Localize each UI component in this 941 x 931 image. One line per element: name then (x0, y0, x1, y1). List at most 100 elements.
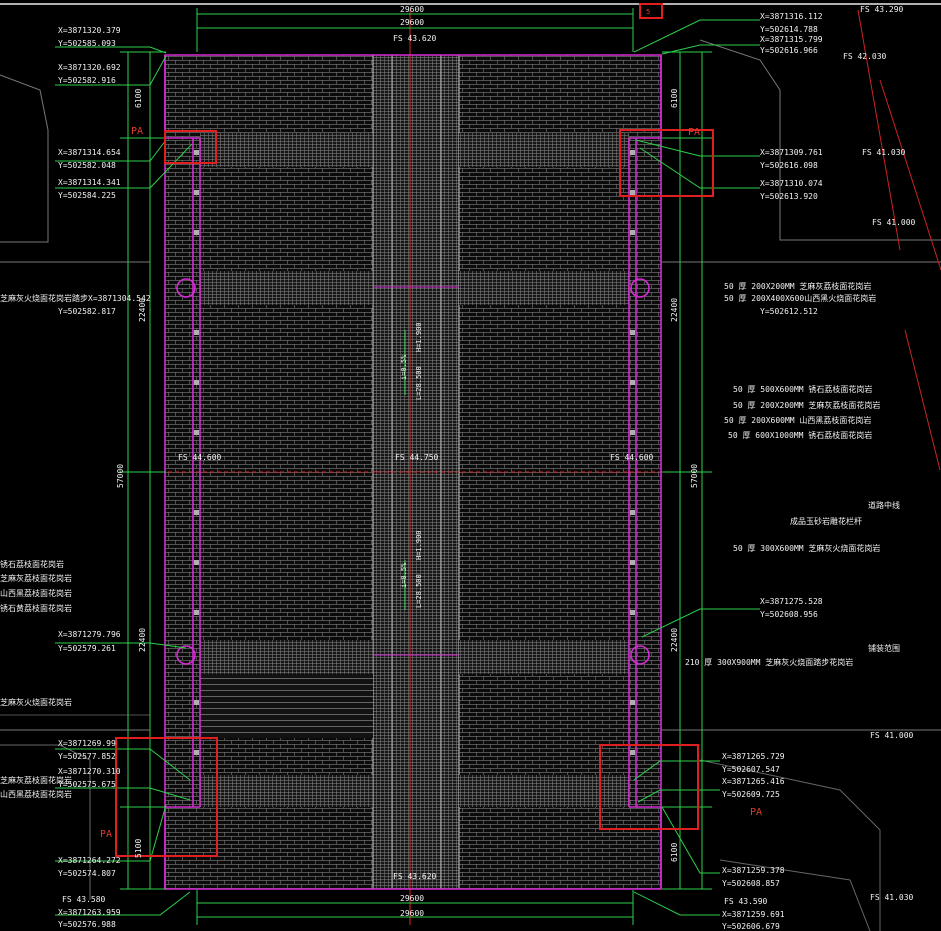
coord-right-5-x: X=3871265.729 (722, 752, 785, 761)
dim-6100-br: 6100 (670, 842, 679, 862)
slope-up-v: H=1.900 (415, 322, 423, 352)
pa-marker-br: PA (750, 807, 763, 818)
note-left-6: 芝麻灰荔枝面花岗岩 (0, 776, 72, 785)
pa-marker-tr: PA (688, 127, 701, 138)
cad-canvas[interactable]: 29600 29600 FS 43.620 FS 43.290 FS 42.03… (0, 0, 941, 931)
coord-right-3-y: Y=502613.920 (760, 192, 818, 201)
dim-57000-l: 57000 (116, 463, 125, 488)
coord-right-7-y: Y=502608.857 (722, 879, 780, 888)
note-left-5: 芝麻灰火烧面花岗岩 (0, 698, 72, 707)
dim-6100-tl: 6100 (134, 88, 143, 108)
fs-right-41000b: FS 41.000 (870, 731, 914, 740)
coord-left-2-x: X=3871314.654 (58, 148, 121, 157)
dim-bottom-b: 29600 (400, 909, 425, 918)
fs-bottom-far-right: FS 41.030 (870, 893, 914, 902)
fs-bottom-left: FS 43.580 (62, 895, 106, 904)
coord-left-7-x: X=3871270.310 (58, 767, 121, 776)
coord-right-extra-y: Y=502612.512 (760, 307, 818, 316)
dim-bottom-a: 29600 (400, 894, 425, 903)
note-right-8: 成品玉砂岩雕花栏杆 (790, 517, 862, 526)
note-right-3: 50 厚 500X600MM 锈石荔枝面花岗岩 (733, 385, 873, 394)
drawing-svg (0, 3, 941, 931)
band-3-left (200, 640, 373, 674)
coord-left-6-y: Y=502577.852 (58, 752, 116, 761)
note-left-2: 芝麻灰荔枝面花岗岩 (0, 574, 72, 583)
coord-left-5-y: Y=502579.261 (58, 644, 116, 653)
slope-dn-pct: i=0.5% (400, 562, 408, 588)
band-4-left (200, 775, 373, 807)
coord-right-6-y: Y=502609.725 (722, 790, 780, 799)
fs-mid-left: FS 44.600 (178, 453, 222, 462)
coord-left-9-x: X=3871263.959 (58, 908, 121, 917)
coord-left-3-x: X=3871314.341 (58, 178, 121, 187)
note-right-11: 铺装范围 (868, 644, 900, 653)
note-left-1: 锈石荔枝面花岗岩 (0, 560, 64, 569)
coord-left-4-y: Y=502582.817 (58, 307, 116, 316)
slope-up-len: L=28.500 (415, 366, 423, 400)
coord-left-4-x: 芝麻灰火烧面花岗岩踏步X=3871304.542 (0, 294, 151, 303)
dim-22400-l2: 22400 (138, 627, 147, 652)
coord-left-2-y: Y=502582.048 (58, 161, 116, 170)
left-contour (0, 74, 49, 243)
coord-right-8-x: X=3871259.691 (722, 910, 785, 919)
fs-right-41030: FS 41.030 (862, 148, 906, 157)
coord-right-2-x: X=3871309.761 (760, 148, 823, 157)
dim-57000-r: 57000 (690, 463, 699, 488)
slope-up-pct: i=0.5% (400, 354, 408, 380)
dim-top-b: 29600 (400, 18, 425, 27)
coord-right-5-y: Y=502607.547 (722, 765, 780, 774)
band-2-left (200, 271, 373, 305)
elev-right-2: FS 42.030 (843, 52, 887, 61)
coord-left-0-x: X=3871320.379 (58, 26, 121, 35)
note-left-3: 山西黑荔枝面花岗岩 (0, 589, 72, 598)
coord-right-1-y: Y=502616.966 (760, 46, 818, 55)
note-right-9: 50 厚 300X600MM 芝麻灰火烧面花岗岩 (733, 544, 881, 553)
coord-right-6-x: X=3871265.416 (722, 777, 785, 786)
band-1-left (200, 133, 373, 167)
fs-mid-right: FS 44.600 (610, 453, 654, 462)
coord-left-0-y: Y=502585.093 (58, 39, 116, 48)
dim-top-a: 29600 (400, 5, 425, 14)
dim-6100-tr: 6100 (670, 88, 679, 108)
fs-bottom-right: FS 43.590 (724, 897, 768, 906)
coord-right-2-y: Y=502616.098 (760, 161, 818, 170)
elev-top: FS 43.620 (393, 34, 437, 43)
slope-dn-v: H=1.900 (415, 530, 423, 560)
pa-marker-bl: PA (100, 829, 113, 840)
coord-right-4-x: X=3871275.528 (760, 597, 823, 606)
coord-left-3-y: Y=502584.225 (58, 191, 116, 200)
coord-left-1-x: X=3871320.692 (58, 63, 121, 72)
elev-bottom: FS 43.620 (393, 872, 437, 881)
coord-right-0-y: Y=502614.788 (760, 25, 818, 34)
coord-left-8-x: X=3871264.272 (58, 856, 121, 865)
stair-block (200, 674, 373, 738)
note-right-4: 50 厚 200X200MM 芝麻灰荔枝面花岗岩 (733, 401, 881, 410)
dim-22400-r1: 22400 (670, 297, 679, 322)
fs-right-41000: FS 41.000 (872, 218, 916, 227)
red-small-note: 5 (646, 8, 651, 16)
coord-right-4-y: Y=502608.956 (760, 610, 818, 619)
coord-left-8-y: Y=502574.807 (58, 869, 116, 878)
coord-left-1-y: Y=502582.916 (58, 76, 116, 85)
coord-right-0-x: X=3871316.112 (760, 12, 823, 21)
coord-left-9-y: Y=502576.988 (58, 920, 116, 929)
right-contour (699, 39, 941, 241)
dim-5100-bl: 5100 (134, 838, 143, 858)
note-right-1: 50 厚 200X200MM 芝麻灰荔枝面花岗岩 (724, 282, 872, 291)
coord-right-3-x: X=3871310.074 (760, 179, 823, 188)
coord-right-7-x: X=3871259.378 (722, 866, 785, 875)
note-right-5: 50 厚 200X600MM 山西黑荔枝面花岗岩 (724, 416, 872, 425)
note-right-2: 50 厚 200X400X600山西黑火烧面花岗岩 (724, 294, 877, 303)
note-left-4: 锈石黄荔枝面花岗岩 (0, 604, 72, 613)
pa-marker-tl: PA (131, 126, 144, 137)
coord-left-6-x: X=3871269.99 (58, 739, 116, 748)
note-left-7: 山西黑荔枝面花岗岩 (0, 790, 72, 799)
note-right-10: 210 厚 300X900MM 芝麻灰火烧面踏步花岗岩 (685, 658, 854, 667)
coord-right-1-x: X=3871315.799 (760, 35, 823, 44)
dim-22400-r2: 22400 (670, 627, 679, 652)
note-right-7: 道路中线 (868, 501, 900, 510)
note-right-6: 50 厚 600X1000MM 锈石荔枝面花岗岩 (728, 431, 873, 440)
coord-left-5-x: X=3871279.796 (58, 630, 121, 639)
slope-dn-len: L=28.500 (415, 574, 423, 608)
elev-right-top: FS 43.290 (860, 5, 904, 14)
